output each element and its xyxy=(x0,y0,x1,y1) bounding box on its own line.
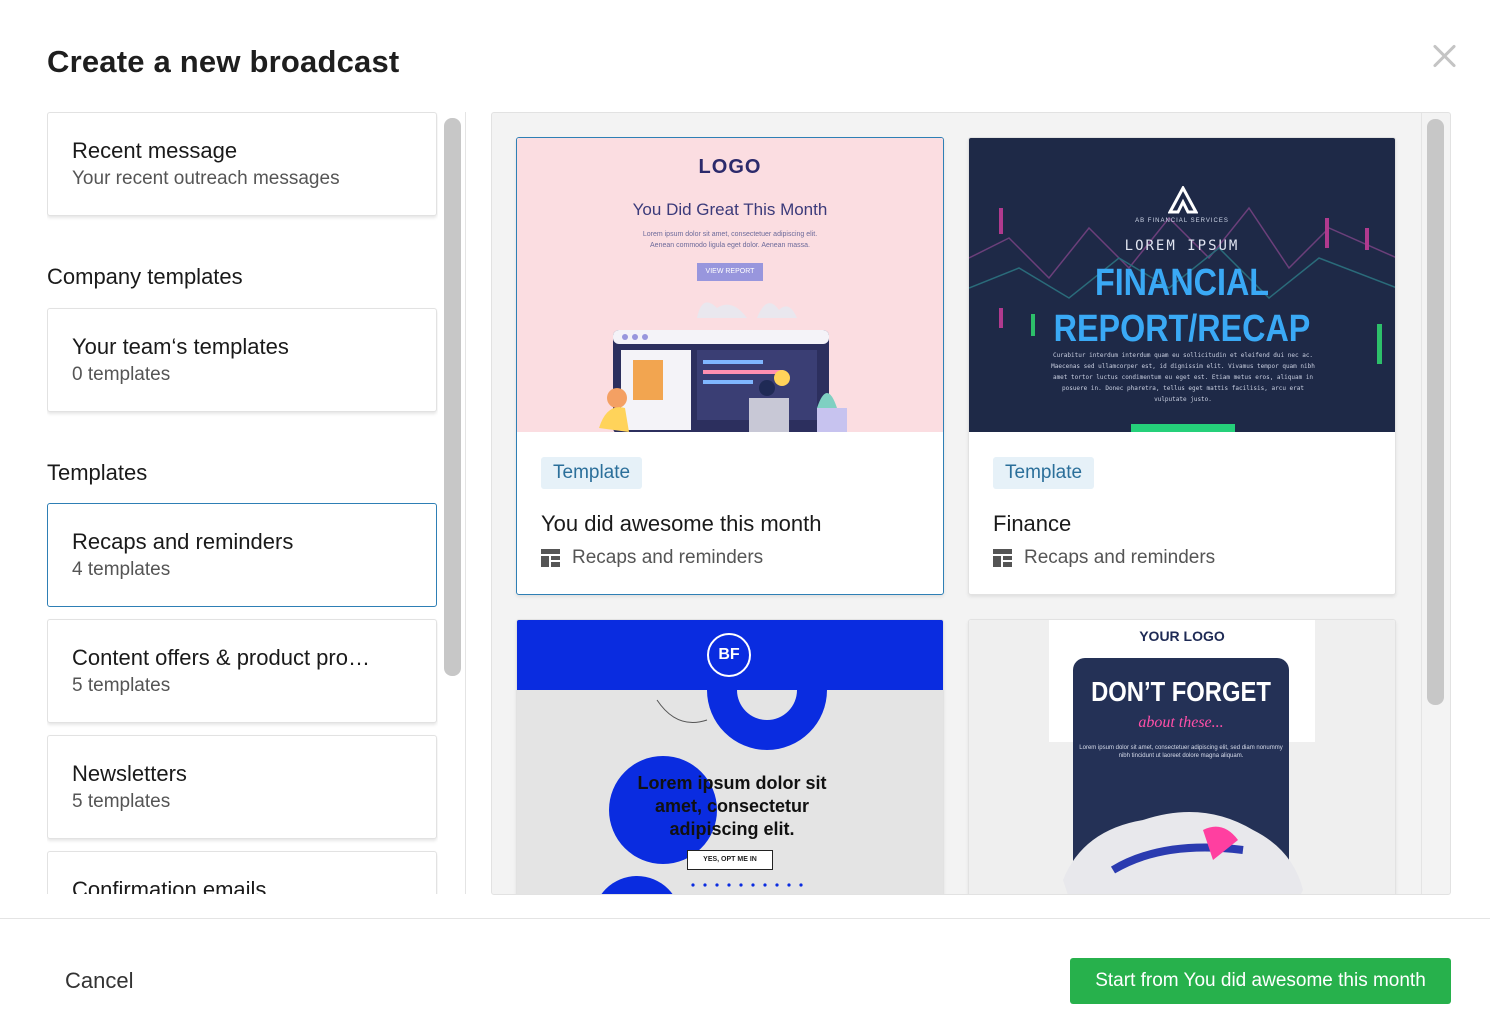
preview-body: Lorem ipsum dolor sit amet, consectetuer… xyxy=(1079,745,1283,759)
preview-kicker: LOREM IPSUM xyxy=(1124,238,1240,254)
sidebar-item-subtitle: 0 templates xyxy=(72,364,171,385)
template-card-dont-forget[interactable]: YOUR LOGO DON’T FORGET about these... Lo… xyxy=(968,619,1396,894)
divider xyxy=(1421,113,1422,894)
template-category-label: Recaps and reminders xyxy=(572,547,764,568)
close-icon[interactable] xyxy=(1428,40,1460,72)
preview-brand: AB FINANCIAL SERVICES xyxy=(1135,218,1229,224)
preview-button: YES, OPT ME IN xyxy=(687,850,773,870)
template-badge: Template xyxy=(993,457,1095,489)
template-card-info: Template Finance Recaps and reminders xyxy=(969,432,1395,594)
sidebar-item-team-templates[interactable]: Your team‘s templates 0 templates xyxy=(47,308,437,412)
template-preview: AB FINANCIAL SERVICES LOREM IPSUM FINANC… xyxy=(969,138,1395,432)
sidebar-item-title: Confirmation emails xyxy=(72,877,267,894)
sidebar-scrollbar[interactable] xyxy=(444,118,461,676)
create-broadcast-dialog: Create a new broadcast Recent message Yo… xyxy=(0,0,1490,1032)
preview-logo: YOUR LOGO xyxy=(1139,628,1225,644)
template-category-sidebar: Recent message Your recent outreach mess… xyxy=(47,112,438,894)
template-preview: YOUR LOGO DON’T FORGET about these... Lo… xyxy=(969,620,1395,894)
sidebar-item-confirmation-emails[interactable]: Confirmation emails xyxy=(47,851,437,894)
start-from-template-button[interactable]: Start from You did awesome this month xyxy=(1070,958,1451,1004)
finance-logo-icon xyxy=(1168,186,1198,214)
footer-divider xyxy=(0,918,1490,919)
preview-body: Curabitur interdum interdum quam eu soll… xyxy=(1051,352,1315,403)
sneaker-image xyxy=(1063,812,1303,894)
preview-subtitle: about these... xyxy=(1138,714,1224,731)
dialog-title: Create a new broadcast xyxy=(47,44,400,79)
template-name: Finance xyxy=(993,511,1072,536)
preview-body: Lorem ipsum dolor sit amet, consectetuer… xyxy=(517,229,943,251)
sidebar-item-title: Newsletters xyxy=(72,761,187,786)
preview-title: DON’T FORGET xyxy=(1091,676,1271,707)
template-category: Recaps and reminders xyxy=(993,547,1371,569)
preview-logo: LOGO xyxy=(698,156,762,178)
layout-icon xyxy=(993,549,1012,567)
sidebar-item-newsletters[interactable]: Newsletters 5 templates xyxy=(47,735,437,839)
template-badge: Template xyxy=(541,457,643,489)
preview-text: Lorem ipsum dolor sit amet, consectetur … xyxy=(637,773,827,839)
sidebar-item-subtitle: Your recent outreach messages xyxy=(72,168,340,189)
sidebar-item-content-offers[interactable]: Content offers & product pro… 5 template… xyxy=(47,619,437,723)
sidebar-item-subtitle: 4 templates xyxy=(72,559,171,580)
template-category-label: Recaps and reminders xyxy=(1024,547,1216,568)
preview-title: FINANCIAL REPORT/RECAP xyxy=(1001,260,1363,352)
sidebar-item-subtitle: 5 templates xyxy=(72,675,171,696)
template-preview: BF Lorem ipsum dolor sit amet, consectet… xyxy=(517,620,943,894)
preview-title-line: FINANCIAL xyxy=(1094,262,1270,304)
template-card-awesome-month[interactable]: LOGO You Did Great This Month Lorem ipsu… xyxy=(516,137,944,595)
preview-logo: BF xyxy=(707,633,751,677)
sidebar-item-title: Your team‘s templates xyxy=(72,334,289,359)
preview-button: VIEW REPORT xyxy=(697,263,763,281)
preview-body-line: Lorem ipsum dolor sit amet, consectetuer… xyxy=(642,231,818,238)
sidebar-item-title: Recent message xyxy=(72,138,238,163)
template-card-info: Template You did awesome this month Reca… xyxy=(517,432,943,594)
template-grid: LOGO You Did Great This Month Lorem ipsu… xyxy=(491,112,1451,895)
template-name: You did awesome this month xyxy=(541,511,822,536)
sidebar-item-subtitle: 5 templates xyxy=(72,791,171,812)
sidebar-item-title: Content offers & product pro… xyxy=(72,645,370,670)
preview-body-line: Aenean commodo ligula eget dolor. Aenean… xyxy=(650,242,810,249)
template-category: Recaps and reminders xyxy=(541,547,919,569)
workspace-illustration xyxy=(599,302,847,432)
template-grid-scrollbar[interactable] xyxy=(1427,119,1444,705)
company-templates-heading: Company templates xyxy=(47,264,243,289)
template-preview: LOGO You Did Great This Month Lorem ipsu… xyxy=(517,138,943,432)
templates-heading: Templates xyxy=(47,460,148,485)
layout-icon xyxy=(541,549,560,567)
cancel-button[interactable]: Cancel xyxy=(65,968,133,994)
sidebar-item-title: Recaps and reminders xyxy=(72,529,294,554)
sidebar-item-recent-message[interactable]: Recent message Your recent outreach mess… xyxy=(47,112,437,216)
template-card-finance[interactable]: AB FINANCIAL SERVICES LOREM IPSUM FINANC… xyxy=(968,137,1396,595)
divider xyxy=(465,112,466,894)
preview-title-line: REPORT/RECAP xyxy=(1053,308,1311,350)
template-card-bf[interactable]: BF Lorem ipsum dolor sit amet, consectet… xyxy=(516,619,944,894)
sidebar-item-recaps-and-reminders[interactable]: Recaps and reminders 4 templates xyxy=(47,503,437,607)
preview-heading: You Did Great This Month xyxy=(632,200,828,219)
preview-button xyxy=(1131,424,1235,432)
